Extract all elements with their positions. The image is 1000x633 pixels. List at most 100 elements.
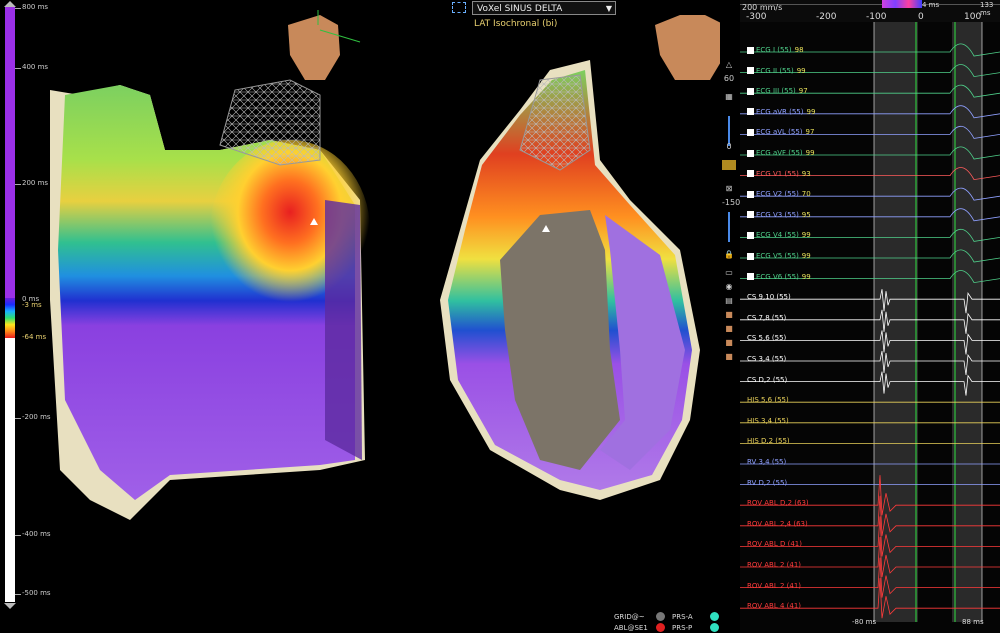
channel-label[interactable]: HIS D,2 (55) — [747, 437, 790, 445]
marker-strip — [882, 0, 922, 8]
channel-checkbox[interactable] — [747, 149, 754, 157]
channel-checkbox[interactable] — [747, 108, 754, 116]
channel-label[interactable]: RV D,2 (55) — [747, 479, 787, 487]
marker-left: 4 ms — [922, 1, 940, 9]
channel-label[interactable]: ECG V3 (55) 95 — [747, 211, 811, 219]
torso-left-icon[interactable]: ■ — [722, 338, 736, 347]
channel-name: ROV ABL D,2 (63) — [747, 499, 809, 508]
channel-name: ECG II (55) — [756, 66, 794, 75]
channel-checkbox[interactable] — [747, 211, 754, 219]
legend-prsp-label: PRS-P — [672, 624, 693, 632]
channel-label[interactable]: CS 5,6 (55) — [747, 334, 786, 342]
channel-checkbox[interactable] — [747, 231, 754, 239]
lock-icon[interactable]: 🔒 — [722, 250, 736, 259]
channel-label[interactable]: ECG aVF (55) 99 — [747, 149, 815, 157]
crop-icon[interactable]: ⊠ — [722, 184, 736, 193]
channel-label[interactable]: HIS 5,6 (55) — [747, 396, 789, 404]
channel-name: RV D,2 (55) — [747, 478, 788, 487]
torso-orientation-icon[interactable] — [288, 10, 361, 80]
torso-right-icon[interactable]: ■ — [722, 352, 736, 361]
channel-checkbox[interactable] — [747, 252, 754, 260]
channel-label[interactable]: ROV ABL D (41) — [747, 540, 802, 548]
anatomy-map-viewport[interactable] — [20, 0, 720, 633]
electrogram-panel[interactable]: 200 mm/s 4 ms 133 ms -300 -200 -100 0 10… — [740, 0, 1000, 633]
view-toggle-icon[interactable] — [452, 2, 466, 13]
window-icon[interactable]: ▭ — [722, 268, 736, 277]
map-view-right[interactable] — [440, 60, 700, 500]
toolbar-value-mid: 0 — [726, 142, 732, 151]
chevron-down-icon: ▼ — [605, 4, 612, 13]
channel-label[interactable]: ROV ABL D,2 (63) — [747, 499, 809, 507]
axis-tick: -100 — [866, 12, 887, 22]
settings-icon[interactable]: ▤ — [722, 296, 736, 305]
channel-name: ECG I (55) — [756, 46, 792, 54]
torso-front-icon[interactable]: ■ — [722, 310, 736, 319]
channel-label[interactable]: CS 9,10 (55) — [747, 293, 791, 301]
channel-match-value: 97 — [805, 128, 815, 137]
channel-label[interactable]: ROV ABL 4 (41) — [747, 602, 801, 610]
peak-icon[interactable]: △ — [722, 60, 736, 69]
toolbar-value-bottom: -150 — [722, 198, 741, 207]
channel-name: ECG V5 (55) — [756, 252, 799, 260]
channel-name: ROV ABL 2 (41) — [747, 581, 802, 590]
channel-label[interactable]: ROV ABL 2 (41) — [747, 561, 801, 569]
legend-grid-dot — [656, 612, 665, 621]
channel-checkbox[interactable] — [747, 190, 754, 198]
channel-label[interactable]: ROV ABL 2,4 (63) — [747, 520, 808, 528]
torso-orientation-icon[interactable] — [655, 15, 720, 80]
channel-label[interactable]: ECG V5 (55) 99 — [747, 252, 811, 260]
channel-label[interactable]: ECG V6 (55) 99 — [747, 273, 811, 281]
marker-right: 133 ms — [980, 1, 994, 17]
channel-label[interactable]: CS D,2 (55) — [747, 376, 787, 384]
channel-checkbox[interactable] — [747, 170, 754, 178]
brush-icon[interactable] — [722, 160, 736, 170]
channel-label[interactable]: RV 3,4 (55) — [747, 458, 786, 466]
channel-name: ECG aVF (55) — [756, 149, 803, 157]
channel-name: ECG V6 (55) — [756, 272, 799, 281]
channel-name: CS D,2 (55) — [747, 375, 788, 384]
map-select[interactable]: VoXel SINUS DELTA ▼ — [472, 1, 616, 15]
channel-checkbox[interactable] — [747, 46, 754, 54]
channel-checkbox[interactable] — [747, 273, 754, 281]
channel-checkbox[interactable] — [747, 128, 754, 136]
channel-name: HIS 5,6 (55) — [747, 396, 789, 405]
channel-name: ROV ABL 2,4 (63) — [747, 519, 808, 528]
channel-name: ECG aVL (55) — [756, 128, 803, 137]
legend-prsp-dot — [710, 623, 719, 632]
channel-name: ECG aVR (55) — [756, 107, 804, 116]
channel-match-value: 99 — [801, 231, 811, 240]
eye-icon[interactable]: ◉ — [722, 282, 736, 291]
channel-label[interactable]: ROV ABL 2 (41) — [747, 582, 801, 590]
scale-up-arrow-icon[interactable] — [4, 0, 16, 7]
slider-track[interactable] — [722, 212, 736, 242]
channel-label[interactable]: CS 3,4 (55) — [747, 355, 786, 363]
channel-label[interactable]: CS 7,8 (55) — [747, 314, 786, 322]
map-view-left[interactable] — [50, 79, 370, 520]
lat-color-scale[interactable] — [0, 0, 20, 633]
channel-label[interactable]: HIS 3,4 (55) — [747, 417, 789, 425]
legend-abl-label: ABL@SE1 — [614, 624, 648, 632]
map-toolbar: △ 60 ▦ 0 ⊠ -150 🔒 ▭ ◉ ▤ ■ ■ ■ ■ — [722, 60, 741, 361]
channel-label[interactable]: ECG III (55) 97 — [747, 87, 808, 95]
channel-match-value: 70 — [801, 190, 811, 199]
channel-name: ECG III (55) — [756, 87, 796, 96]
window-end-label: 88 ms — [962, 618, 984, 626]
sweep-speed[interactable]: 200 mm/s — [742, 3, 782, 12]
channel-label[interactable]: ECG V2 (55) 70 — [747, 190, 811, 198]
channel-label[interactable]: ECG aVR (55) 99 — [747, 108, 815, 116]
torso-back-icon[interactable]: ■ — [722, 324, 736, 333]
channel-checkbox[interactable] — [747, 87, 754, 95]
channel-label[interactable]: ECG aVL (55) 97 — [747, 128, 814, 136]
channel-name: ECG V3 (55) — [756, 210, 799, 219]
legend-abl-dot — [656, 623, 665, 632]
channel-name: ROV ABL D (41) — [747, 540, 802, 549]
channel-label[interactable]: ECG V1 (55) 93 — [747, 170, 811, 178]
scale-down-arrow-icon[interactable] — [4, 602, 16, 609]
channel-label[interactable]: ECG II (55) 99 — [747, 67, 806, 75]
layers-icon[interactable]: ▦ — [722, 92, 736, 101]
channel-checkbox[interactable] — [747, 67, 754, 75]
channel-name: HIS D,2 (55) — [747, 437, 790, 446]
channel-label[interactable]: ECG V4 (55) 99 — [747, 231, 811, 239]
channel-name: CS 7,8 (55) — [747, 313, 787, 322]
channel-label[interactable]: ECG I (55) 98 — [747, 46, 804, 54]
